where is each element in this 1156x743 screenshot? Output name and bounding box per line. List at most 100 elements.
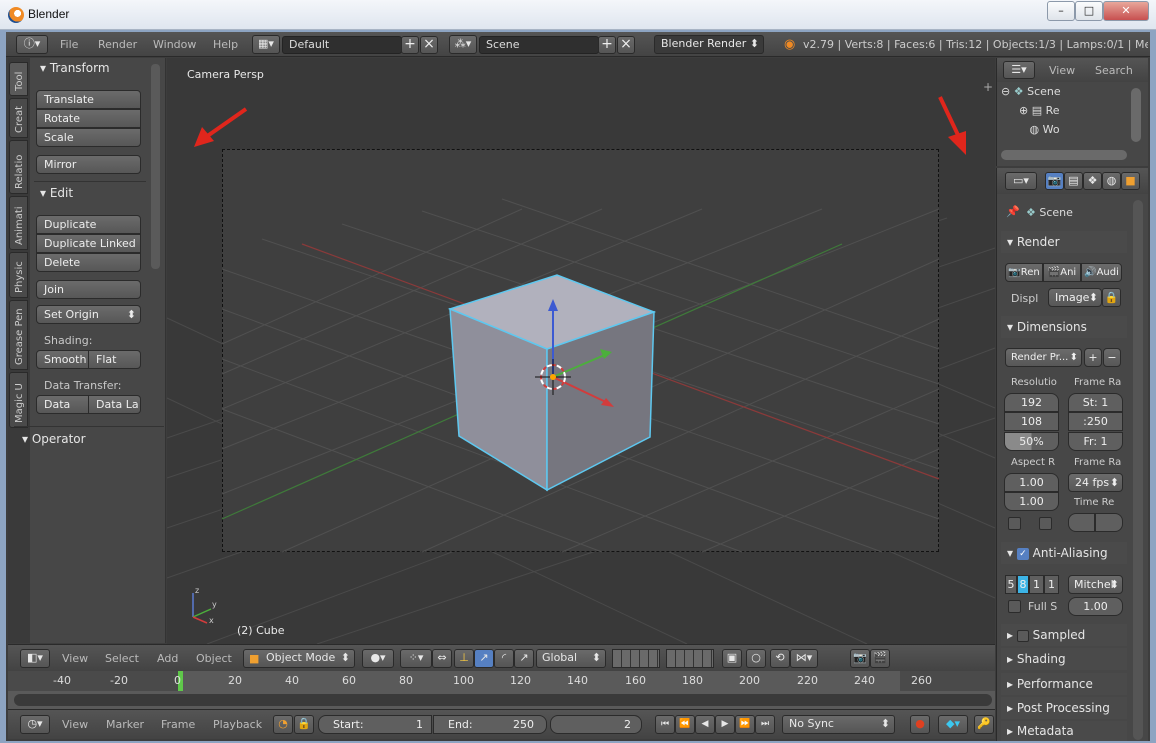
metadata-panel-header[interactable]: ▸ Metadata (1001, 721, 1127, 741)
delete-button[interactable]: Delete (36, 253, 141, 272)
play-reverse-icon[interactable]: ◀ (695, 715, 715, 734)
camera-view-scene[interactable] (221, 149, 940, 553)
render-animation-button[interactable]: 🎬Ani (1043, 263, 1081, 282)
join-button[interactable]: Join (36, 280, 141, 299)
menu-window[interactable]: Window (153, 38, 196, 51)
aa-samples-16[interactable]: 1 (1044, 575, 1059, 594)
lock-layers-icon[interactable]: ▣ (722, 649, 742, 668)
outliner-row-render-layers[interactable]: ⊕ ▤ Re (1019, 104, 1060, 117)
render-image-button[interactable]: 📷Ren (1005, 263, 1043, 282)
render-audio-button[interactable]: 🔊Audi (1081, 263, 1122, 282)
layout-select[interactable]: Default (282, 36, 402, 54)
insert-keyframe-icon[interactable]: 🔑 (974, 715, 994, 734)
menu-add[interactable]: Add (157, 652, 178, 665)
data-button[interactable]: Data (36, 395, 89, 414)
end-frame-field[interactable]: End: 250 (433, 715, 547, 734)
outliner-row-world[interactable]: ◍ Wo (1019, 123, 1060, 136)
delete-scene-button[interactable]: × (617, 36, 635, 54)
lock-interface-icon[interactable]: 🔒 (1102, 288, 1121, 307)
object-mode-select[interactable]: ■ Object Mode ⬍ (243, 649, 355, 668)
frame-rate-select[interactable]: 24 fps ⬍ (1068, 473, 1123, 492)
add-scene-button[interactable]: + (598, 36, 616, 54)
transform-panel-header[interactable]: ▾ Transform (40, 61, 110, 75)
3d-view-editor-icon[interactable]: ◧▾ (20, 649, 50, 668)
scale-button[interactable]: Scale (36, 128, 141, 147)
preview-range-icon[interactable]: ◔ (273, 715, 293, 734)
aspect-y-field[interactable]: 1.00 (1004, 492, 1059, 511)
shading-panel-header[interactable]: ▸ Shading (1001, 648, 1127, 670)
resolution-percentage-field[interactable]: 50% (1004, 432, 1059, 451)
snap-icon[interactable]: ⟲ (770, 649, 790, 668)
object-context-icon[interactable]: ■ (1121, 172, 1140, 190)
duplicate-linked-button[interactable]: Duplicate Linked (36, 234, 141, 253)
timeline-editor-icon[interactable]: ◷▾ (20, 715, 50, 734)
rotate-manipulator-icon[interactable]: ◜ (494, 649, 514, 668)
tab-grease-pencil[interactable]: Grease Pen (9, 300, 28, 370)
crop-checkbox[interactable] (1039, 517, 1052, 530)
play-icon[interactable]: ▶ (715, 715, 735, 734)
next-keyframe-icon[interactable]: ⏩ (735, 715, 755, 734)
render-layers-context-icon[interactable]: ▤ (1064, 172, 1083, 190)
current-frame-field[interactable]: 2 (550, 715, 642, 734)
prev-keyframe-icon[interactable]: ⏪ (675, 715, 695, 734)
properties-editor-icon[interactable]: ▭▾ (1005, 172, 1037, 190)
world-context-icon[interactable]: ◍ (1102, 172, 1121, 190)
close-button[interactable]: ✕ (1103, 1, 1149, 21)
menu-marker[interactable]: Marker (106, 718, 144, 731)
manipulator-axes-icon[interactable]: ⊥ (454, 649, 474, 668)
render-still-icon[interactable]: 📷 (850, 649, 870, 668)
tab-magic-uv[interactable]: Magic U (9, 372, 28, 428)
outliner-editor-icon[interactable]: ☰▾ (1003, 61, 1035, 79)
menu-playback[interactable]: Playback (213, 718, 262, 731)
pin-icon[interactable]: 📌 (1006, 205, 1020, 218)
aa-filter-select[interactable]: Mitchel ⬍ (1068, 575, 1123, 594)
keying-set-icon[interactable]: ◆▾ (938, 715, 968, 734)
render-engine-select[interactable]: Blender Render ⬍ (654, 35, 764, 54)
render-panel-header[interactable]: ▾ Render (1001, 231, 1127, 253)
time-old-field[interactable] (1068, 513, 1095, 532)
frame-start-field[interactable]: St: 1 (1068, 393, 1123, 412)
menu-help[interactable]: Help (213, 38, 238, 51)
translate-manipulator-icon[interactable]: ↗ (474, 649, 494, 668)
tab-relations[interactable]: Relatio (9, 140, 28, 194)
operator-panel-header[interactable]: ▾ Operator (22, 432, 86, 446)
data-layout-button[interactable]: Data La (88, 395, 141, 414)
render-animation-icon[interactable]: 🎬 (870, 649, 890, 668)
record-icon[interactable]: ● (910, 715, 930, 734)
edit-panel-header[interactable]: ▾ Edit (40, 186, 73, 200)
tab-tool[interactable]: Tool (9, 62, 28, 96)
menu-render[interactable]: Render (98, 38, 137, 51)
resolution-y-field[interactable]: 108 (1004, 412, 1059, 431)
tab-animation[interactable]: Animati (9, 196, 28, 250)
jump-end-icon[interactable]: ⏭ (755, 715, 775, 734)
duplicate-button[interactable]: Duplicate (36, 215, 141, 234)
sampled-motion-checkbox[interactable] (1016, 629, 1029, 642)
start-frame-field[interactable]: Start: 1 (318, 715, 432, 734)
delete-layout-button[interactable]: × (420, 36, 438, 54)
layers-grid-right[interactable] (666, 649, 714, 668)
outliner-row-scene[interactable]: ⊖ ❖ Scene (1001, 85, 1061, 98)
mirror-button[interactable]: Mirror (36, 155, 141, 174)
outliner-hscrollbar[interactable] (1001, 150, 1127, 160)
anti-aliasing-checkbox[interactable]: ✓ (1016, 547, 1029, 560)
sampled-motion-panel-header[interactable]: ▸ Sampled Motion (1001, 624, 1127, 664)
shelf-scrollbar[interactable] (151, 64, 160, 269)
aa-samples-5[interactable]: 5 (1005, 575, 1017, 594)
manipulator-toggle-icon[interactable]: ⇔ (432, 649, 452, 668)
outliner-search-menu[interactable]: Search (1095, 64, 1133, 77)
pivot-point-icon[interactable]: ⁘▾ (400, 649, 432, 668)
scene-select[interactable]: Scene (479, 36, 599, 54)
add-preset-button[interactable]: + (1084, 348, 1102, 367)
outliner-view-menu[interactable]: View (1049, 64, 1075, 77)
snap-element-icon[interactable]: ⋈▾ (790, 649, 818, 668)
tab-create[interactable]: Creat (9, 98, 28, 138)
menu-view[interactable]: View (62, 652, 88, 665)
transform-orientation-select[interactable]: Global ⬍ (536, 649, 606, 668)
aa-samples-8[interactable]: 8 (1017, 575, 1029, 594)
menu-object[interactable]: Object (196, 652, 232, 665)
timeline-scrollbar[interactable] (14, 694, 992, 706)
properties-scrollbar[interactable] (1133, 200, 1143, 740)
aspect-x-field[interactable]: 1.00 (1004, 473, 1059, 492)
scene-context-icon[interactable]: ❖ (1083, 172, 1102, 190)
rotate-button[interactable]: Rotate (36, 109, 141, 128)
